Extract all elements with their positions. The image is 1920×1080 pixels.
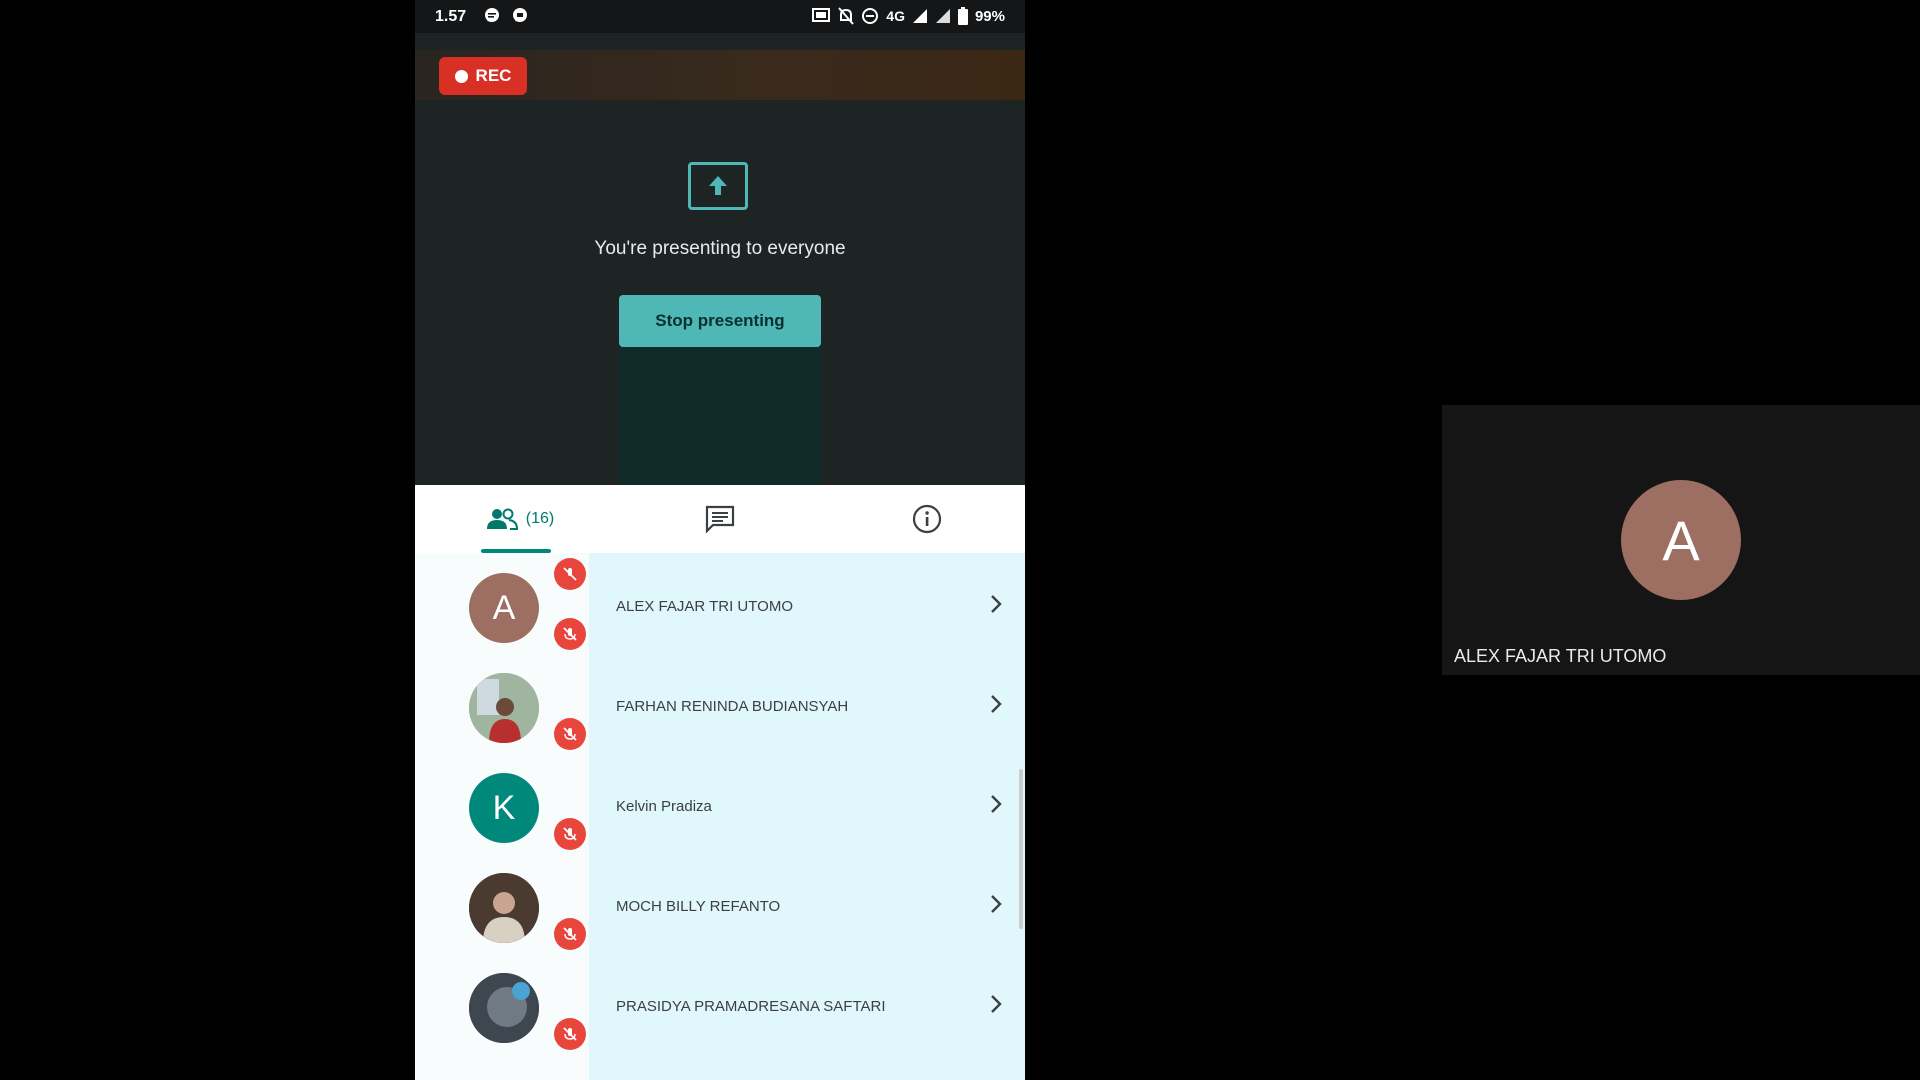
list-item[interactable]: FARHAN RENINDA BUDIANSYAH — [415, 653, 1025, 753]
button-glow — [619, 347, 821, 485]
battery-level: 99% — [974, 7, 1005, 25]
recording-badge: REC — [439, 57, 527, 95]
tab-chat[interactable] — [677, 485, 763, 553]
present-screen-icon — [688, 162, 748, 210]
chat-icon — [705, 505, 735, 533]
chat-notification-icon — [485, 8, 499, 22]
tile-avatar: A — [1621, 480, 1741, 600]
participant-name: ALEX FAJAR TRI UTOMO — [616, 598, 793, 615]
scrollbar[interactable] — [1019, 769, 1023, 929]
phone-screen: 1.57 4G 99% REC You're presenting to eve… — [415, 0, 1025, 1080]
chevron-right-icon[interactable] — [988, 894, 1004, 914]
avatar — [469, 873, 539, 943]
participants-panel: (16) A ALEX FAJAR TRI UTOMO FARHAN RENIN… — [415, 485, 1025, 1080]
participant-name: FARHAN RENINDA BUDIANSYAH — [616, 698, 849, 715]
chevron-right-icon[interactable] — [988, 694, 1004, 714]
info-icon — [912, 504, 942, 534]
presenting-message: You're presenting to everyone — [594, 238, 846, 259]
people-count: (16) — [525, 510, 555, 527]
notifications-off-icon — [838, 7, 855, 25]
chevron-right-icon[interactable] — [988, 594, 1004, 614]
avatar: K — [469, 773, 539, 843]
panel-tabs: (16) — [415, 485, 1025, 554]
message-notification-icon — [513, 8, 527, 22]
avatar — [469, 973, 539, 1043]
participant-tile[interactable]: A ALEX FAJAR TRI UTOMO — [1442, 405, 1920, 675]
status-bar: 1.57 4G 99% — [415, 0, 1025, 33]
status-time: 1.57 — [435, 8, 467, 25]
mic-off-icon — [554, 818, 586, 850]
cast-icon — [812, 8, 831, 22]
participant-list[interactable]: A ALEX FAJAR TRI UTOMO FARHAN RENINDA BU… — [415, 553, 1025, 1080]
mic-off-icon — [554, 718, 586, 750]
battery-icon — [957, 7, 968, 25]
signal-icon — [912, 9, 927, 23]
record-dot-icon — [454, 69, 468, 83]
mic-off-icon — [554, 918, 586, 950]
tab-people[interactable]: (16) — [470, 485, 570, 553]
participant-name: PRASIDYA PRAMADRESANA SAFTARI — [616, 998, 886, 1015]
tab-info[interactable] — [877, 485, 977, 553]
list-item[interactable]: PRASIDYA PRAMADRESANA SAFTARI — [415, 953, 1025, 1053]
signal-secondary-icon — [935, 9, 950, 23]
stop-presenting-button[interactable]: Stop presenting — [619, 295, 821, 347]
participant-name: Kelvin Pradiza — [616, 798, 712, 815]
tile-participant-name: ALEX FAJAR TRI UTOMO — [1454, 646, 1667, 666]
do-not-disturb-icon — [862, 8, 879, 24]
chevron-right-icon[interactable] — [988, 794, 1004, 814]
avatar — [469, 673, 539, 743]
avatar: A — [469, 573, 539, 643]
participant-name: MOCH BILLY REFANTO — [616, 898, 781, 915]
people-icon — [486, 508, 518, 530]
mic-off-icon — [554, 618, 586, 650]
list-item[interactable]: MOCH BILLY REFANTO — [415, 853, 1025, 953]
chevron-right-icon[interactable] — [988, 994, 1004, 1014]
list-item[interactable]: K Kelvin Pradiza — [415, 753, 1025, 853]
network-type: 4G — [886, 8, 905, 24]
recording-label: REC — [475, 66, 512, 85]
list-item[interactable]: A ALEX FAJAR TRI UTOMO — [415, 553, 1025, 653]
mic-off-icon — [554, 1018, 586, 1050]
